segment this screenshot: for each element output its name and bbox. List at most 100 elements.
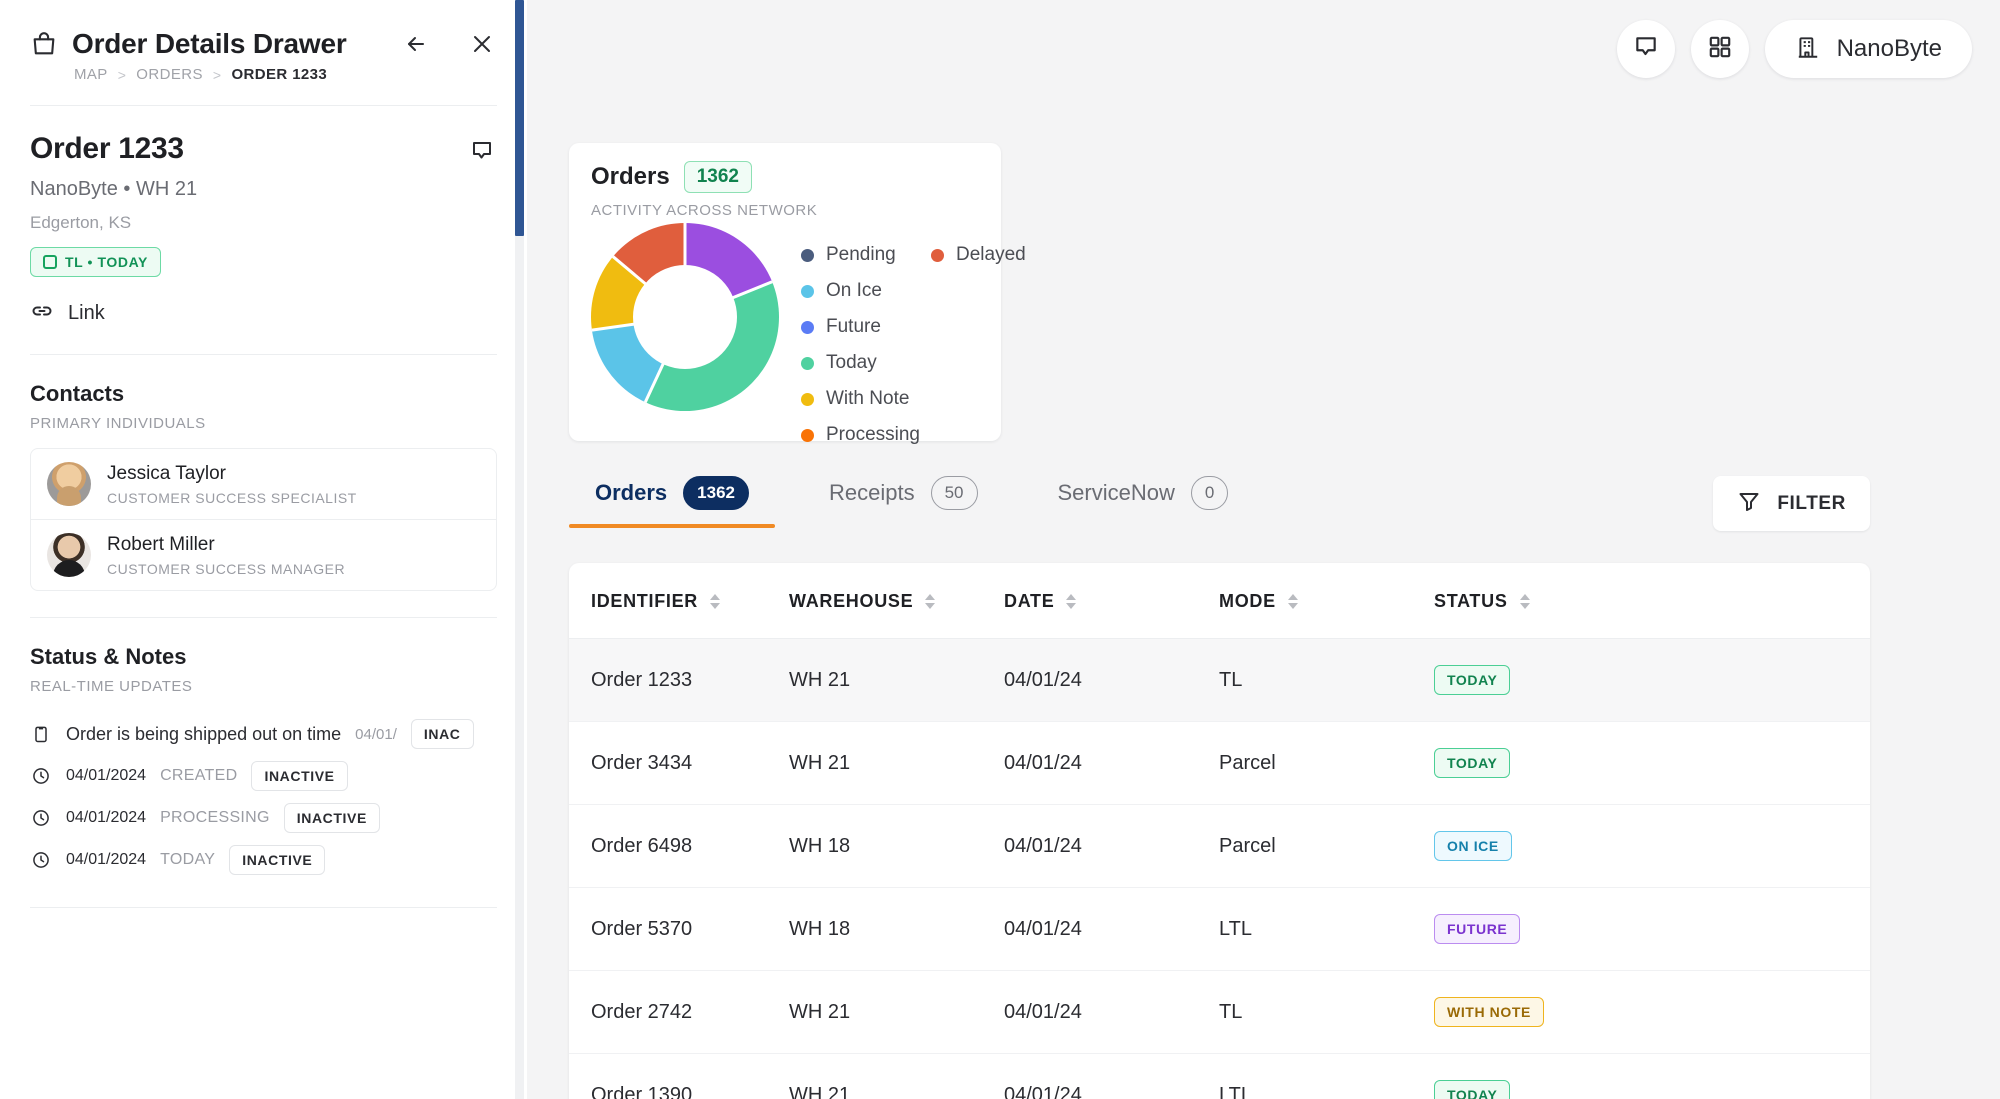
sort-icon[interactable] xyxy=(1519,594,1530,609)
note-entry[interactable]: 04/01/2024 CREATED INACTIVE xyxy=(30,755,497,797)
chat-button[interactable] xyxy=(1616,20,1675,78)
cell-date: 04/01/24 xyxy=(1004,970,1219,1054)
section-divider xyxy=(30,907,497,908)
drawer-scrollbar[interactable] xyxy=(515,0,524,1099)
filter-button[interactable]: FILTER xyxy=(1713,476,1870,531)
contact-name: Jessica Taylor xyxy=(107,462,226,484)
sort-icon[interactable] xyxy=(925,594,936,609)
back-button[interactable] xyxy=(401,29,431,59)
legend-label: Delayed xyxy=(956,244,1026,265)
clock-icon xyxy=(30,807,52,829)
legend-item-with-note[interactable]: With Note xyxy=(801,381,931,417)
note-date: 04/01/2024 xyxy=(66,809,147,826)
column-header-date[interactable]: DATE xyxy=(1004,563,1219,639)
column-label: STATUS xyxy=(1434,591,1508,611)
contacts-section: Contacts PRIMARY INDIVIDUALS Jessica Tay… xyxy=(0,381,527,591)
donut-chart xyxy=(591,223,787,419)
table-row[interactable]: Order 2742 WH 21 04/01/24 TL WITH NOTE xyxy=(569,970,1870,1054)
legend-item-future[interactable]: Future xyxy=(801,309,931,345)
sort-icon[interactable] xyxy=(1287,594,1298,609)
breadcrumb-item-map[interactable]: MAP xyxy=(74,66,108,83)
note-entry[interactable]: 04/01/2024 TODAY INACTIVE xyxy=(30,839,497,881)
building-icon xyxy=(1795,34,1821,65)
table-row[interactable]: Order 1390 WH 21 04/01/24 LTL TODAY xyxy=(569,1053,1870,1099)
table-row[interactable]: Order 6498 WH 18 04/01/24 Parcel ON ICE xyxy=(569,804,1870,888)
header-divider xyxy=(30,105,497,106)
note-entry[interactable]: 04/01/2024 PROCESSING INACTIVE xyxy=(30,797,497,839)
legend-dot xyxy=(801,428,814,442)
table-row[interactable]: Order 1233 WH 21 04/01/24 TL TODAY xyxy=(569,638,1870,722)
chart-title: Orders xyxy=(591,163,670,190)
donut-slice-separator xyxy=(612,255,686,319)
cell-mode: TL xyxy=(1219,638,1434,722)
legend-label: Processing xyxy=(826,424,920,445)
contact-name: Robert Miller xyxy=(107,533,215,555)
table-row[interactable]: Order 3434 WH 21 04/01/24 Parcel TODAY xyxy=(569,721,1870,805)
tab-servicenow[interactable]: ServiceNow 0 xyxy=(1032,476,1255,528)
tab-orders[interactable]: Orders 1362 xyxy=(569,476,775,528)
square-icon xyxy=(43,255,57,269)
apps-button[interactable] xyxy=(1690,20,1749,78)
column-header-identifier[interactable]: IDENTIFIER xyxy=(569,563,789,639)
note-entry[interactable]: Order is being shipped out on time 04/01… xyxy=(30,713,497,755)
top-toolbar: NanoByte xyxy=(1616,20,1972,78)
legend-dot xyxy=(801,392,814,406)
cell-date: 04/01/24 xyxy=(1004,804,1219,888)
contact-row[interactable]: Robert Miller CUSTOMER SUCCESS MANAGER xyxy=(31,519,496,590)
avatar xyxy=(47,462,91,506)
chip-label: TL • TODAY xyxy=(65,254,148,270)
legend-item-pending[interactable]: Pending xyxy=(801,237,931,273)
donut-slice-separator xyxy=(591,315,686,332)
organization-button[interactable]: NanoByte xyxy=(1764,20,1972,78)
avatar xyxy=(47,533,91,577)
column-header-mode[interactable]: MODE xyxy=(1219,563,1434,639)
cell-status: FUTURE xyxy=(1434,887,1870,971)
column-label: DATE xyxy=(1004,591,1055,611)
legend-dot xyxy=(801,320,814,334)
order-mode-status-chip: TL • TODAY xyxy=(30,247,161,277)
note-date: 04/01/ xyxy=(355,725,397,743)
cell-warehouse: WH 21 xyxy=(789,721,1004,805)
cell-status: TODAY xyxy=(1434,1053,1870,1099)
legend-label: Today xyxy=(826,352,877,373)
donut-ring xyxy=(591,223,779,411)
sort-icon[interactable] xyxy=(1066,594,1077,609)
table-row[interactable]: Order 5370 WH 18 04/01/24 LTL FUTURE xyxy=(569,887,1870,971)
legend-item-today[interactable]: Today xyxy=(801,345,931,381)
breadcrumb: MAP > ORDERS > ORDER 1233 xyxy=(74,66,497,83)
legend-dot xyxy=(801,284,814,298)
column-header-status[interactable]: STATUS xyxy=(1434,563,1870,639)
breadcrumb-item-current: ORDER 1233 xyxy=(231,66,328,83)
sort-icon[interactable] xyxy=(710,594,721,609)
page-title: Order Details Drawer xyxy=(72,28,347,59)
legend-item-delayed[interactable]: Delayed xyxy=(931,237,1026,273)
cell-mode: Parcel xyxy=(1219,721,1434,805)
cell-identifier: Order 3434 xyxy=(569,721,789,805)
legend-item-on-ice[interactable]: On Ice xyxy=(801,273,931,309)
tab-receipts[interactable]: Receipts 50 xyxy=(803,476,1004,528)
breadcrumb-separator: > xyxy=(117,66,127,83)
note-text: Order is being shipped out on time xyxy=(66,723,342,744)
breadcrumb-item-orders[interactable]: ORDERS xyxy=(136,66,203,83)
organization-name: NanoByte xyxy=(1836,35,1942,62)
drawer-scrollbar-thumb[interactable] xyxy=(515,0,524,236)
table-header-row: IDENTIFIER WAREHOUSE DATE MODE STATUS xyxy=(569,563,1870,639)
order-name: Order 1233 xyxy=(30,132,184,165)
link-row[interactable]: Link xyxy=(30,299,497,328)
note-bubble-icon[interactable] xyxy=(467,136,497,166)
contacts-subtitle: PRIMARY INDIVIDUALS xyxy=(30,415,206,432)
cell-identifier: Order 1390 xyxy=(569,1053,789,1099)
contact-row[interactable]: Jessica Taylor CUSTOMER SUCCESS SPECIALI… xyxy=(31,449,496,519)
cell-status: TODAY xyxy=(1434,721,1870,805)
note-state: CREATED xyxy=(160,767,238,784)
column-header-warehouse[interactable]: WAREHOUSE xyxy=(789,563,1004,639)
cell-identifier: Order 5370 xyxy=(569,887,789,971)
chart-legend: Pending Delayed On Ice Future Today With… xyxy=(787,223,1026,453)
legend-item-processing[interactable]: Processing xyxy=(801,417,931,453)
legend-label: With Note xyxy=(826,388,910,409)
close-button[interactable] xyxy=(467,29,497,59)
donut-slice-separator xyxy=(643,316,687,403)
contact-role: CUSTOMER SUCCESS MANAGER xyxy=(107,560,346,577)
status-notes-title: Status & Notes xyxy=(30,644,187,669)
cell-date: 04/01/24 xyxy=(1004,638,1219,722)
